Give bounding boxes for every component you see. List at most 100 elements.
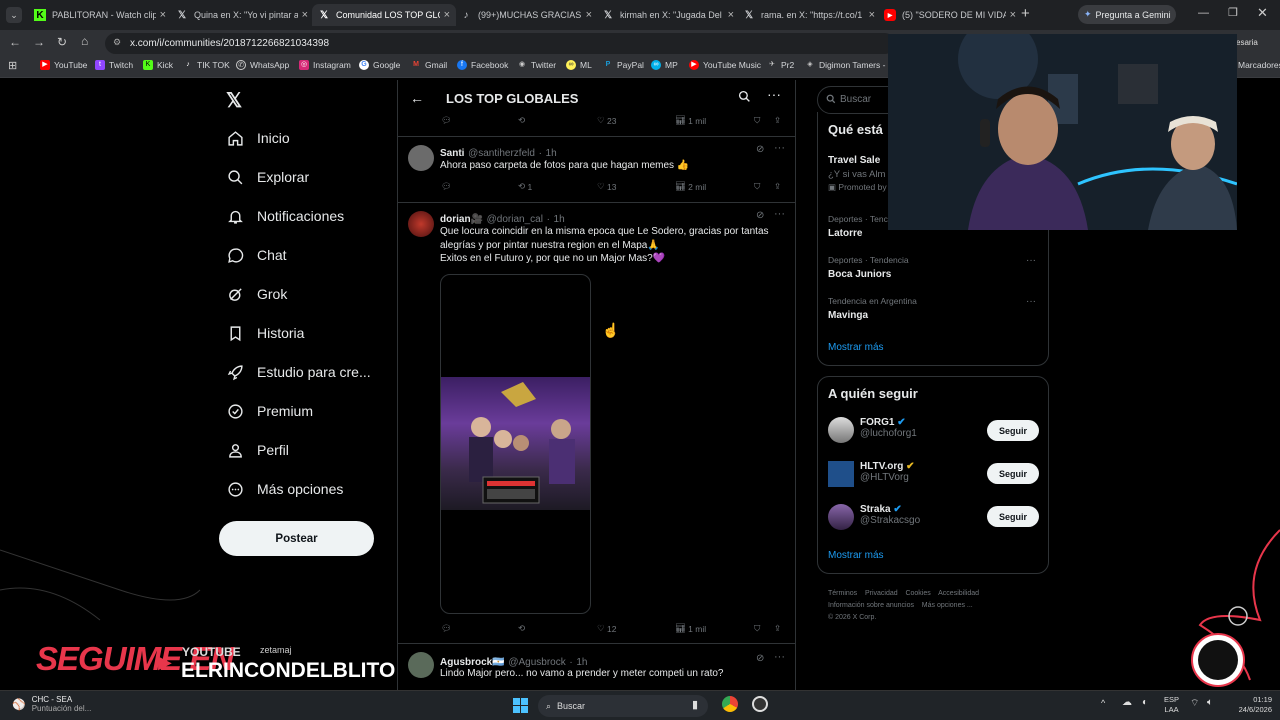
back-arrow-icon[interactable]: ← <box>410 90 424 106</box>
task-view-icon[interactable]: ▮ <box>692 698 698 711</box>
post-time[interactable]: 1h <box>554 214 565 225</box>
x-logo-icon[interactable]: 𝕏 <box>226 88 242 113</box>
speaker-icon[interactable]: 🔈︎ <box>1207 697 1213 708</box>
more-icon[interactable]: ··· <box>774 208 785 220</box>
bookmark-instagram[interactable]: ◎ Instagram <box>299 60 351 70</box>
bookmark-icon[interactable]: ⛉ <box>754 623 760 634</box>
sidebar-item-perfil[interactable]: Perfil <box>226 441 289 459</box>
volume-icon[interactable]: ◐ <box>1142 697 1148 708</box>
sidebar-item-explorar[interactable]: Explorar <box>226 168 309 186</box>
like-button[interactable]: ♡ 13 <box>597 181 616 192</box>
avatar[interactable] <box>828 461 854 487</box>
tray-chevron-icon[interactable]: ^ <box>1101 698 1105 708</box>
bookmark-digimon[interactable]: ◈ Digimon Tamers - a <box>805 60 892 70</box>
trend-item[interactable]: Travel Sale ¿Y si vas Alm ▣ Promoted by <box>828 155 887 193</box>
bookmark-youtube-music[interactable]: ▶ YouTube Music <box>689 60 761 70</box>
search-icon[interactable] <box>738 90 751 106</box>
more-icon[interactable]: ··· <box>1026 296 1036 307</box>
sidebar-item-historia[interactable]: Historia <box>226 324 304 342</box>
trend-item[interactable]: Deportes · Tenc Latorre <box>828 214 888 239</box>
close-icon[interactable]: × <box>869 9 875 21</box>
more-icon[interactable]: ··· <box>767 86 781 102</box>
more-icon[interactable]: ··· <box>1026 255 1036 266</box>
avatar[interactable] <box>408 211 434 237</box>
footer-link[interactable]: Información sobre anuncios <box>828 602 914 609</box>
repost-icon[interactable]: ⟲ <box>518 623 525 634</box>
sidebar-item-premium[interactable]: Premium <box>226 402 313 420</box>
like-button[interactable]: ♡ 12 <box>597 623 616 634</box>
avatar[interactable] <box>828 417 854 443</box>
minimize-button[interactable]: — <box>1198 7 1209 19</box>
more-icon[interactable]: ··· <box>774 651 785 663</box>
bookmark-facebook[interactable]: f Facebook <box>457 60 508 70</box>
follow-item[interactable]: Straka ✔ @Strakacsgo <box>828 504 920 530</box>
weather-widget[interactable]: ⚾ CHC - SEA Puntuación del... <box>12 695 91 713</box>
post-time[interactable]: 1h <box>546 148 557 159</box>
tab-list-icon[interactable]: ⌄ <box>6 7 22 23</box>
show-more-link[interactable]: Mostrar más <box>828 550 884 561</box>
views-button[interactable]: 📊︎ 1 mil <box>675 623 706 634</box>
show-more-link[interactable]: Mostrar más <box>828 342 884 353</box>
browser-tab[interactable]: ♪ (99+)MUCHAS GRACIAS S × <box>454 4 598 26</box>
sidebar-item-grok[interactable]: Grok <box>226 285 287 303</box>
avatar[interactable] <box>408 145 434 171</box>
clock[interactable]: 01:19 24/6/2026 <box>1228 695 1272 715</box>
bookmark-mp[interactable]: ∞ MP <box>651 60 678 70</box>
home-icon[interactable]: ⌂ <box>81 34 88 48</box>
footer-link[interactable]: Términos <box>828 590 857 597</box>
bookmark-icon[interactable]: ⛉ <box>754 181 760 192</box>
bookmark-tiktok[interactable]: ♪ TIK TOK <box>183 60 230 70</box>
close-icon[interactable]: × <box>1010 9 1016 21</box>
bookmarks-folder[interactable]: Marcadores <box>1238 60 1280 70</box>
bookmark-icon[interactable]: ⛉ <box>754 115 760 126</box>
back-arrow-icon[interactable]: ← <box>9 35 21 49</box>
footer-link[interactable]: Más opciones ... <box>922 602 973 609</box>
chrome-icon[interactable] <box>722 696 738 712</box>
bookmark-kick[interactable]: K Kick <box>143 60 173 70</box>
new-tab-button[interactable]: + <box>1021 5 1030 22</box>
url-input[interactable]: ⚙ x.com/i/communities/201871226682103439… <box>105 33 895 54</box>
close-icon[interactable]: × <box>302 9 308 21</box>
close-icon[interactable]: × <box>444 9 450 21</box>
trend-item[interactable]: Deportes · Tendencia Boca Juniors <box>828 255 909 280</box>
bookmark-ml[interactable]: ∞ ML <box>566 60 592 70</box>
post-handle[interactable]: @dorian_cal <box>487 214 543 225</box>
close-icon[interactable]: × <box>160 9 166 21</box>
bookmark-youtube[interactable]: ▶ YouTube <box>40 60 87 70</box>
bookmark-gmail[interactable]: M Gmail <box>411 60 447 70</box>
reload-icon[interactable]: ↻ <box>57 35 67 49</box>
follow-button[interactable]: Seguir <box>987 506 1039 527</box>
language-indicator[interactable]: ESP LAA <box>1164 695 1179 715</box>
follow-button[interactable]: Seguir <box>987 463 1039 484</box>
grok-icon[interactable]: ⊘ <box>756 653 764 664</box>
maximize-button[interactable]: ❐ <box>1228 6 1238 19</box>
grok-icon[interactable]: ⊘ <box>756 210 764 221</box>
sidebar-item-mas-opciones[interactable]: Más opciones <box>226 480 343 498</box>
taskbar-search[interactable]: ⌕ Buscar <box>538 695 708 717</box>
browser-tab[interactable]: 𝕏kirmah en X: "Jugada Del N × <box>596 4 740 26</box>
repost-icon[interactable]: ⟲ <box>518 115 525 126</box>
footer-link[interactable]: Privacidad <box>865 590 898 597</box>
views-button[interactable]: 📊︎ 1 mil <box>675 115 706 126</box>
avatar[interactable] <box>408 652 434 678</box>
share-icon[interactable]: ⇪ <box>774 181 781 192</box>
reply-icon[interactable]: 💬︎ <box>441 623 452 634</box>
apps-grid-icon[interactable]: ⊞ <box>8 59 17 72</box>
post-handle[interactable]: @santiherzfeld <box>468 148 535 159</box>
browser-tab[interactable]: K PABLITORAN - Watch clips × <box>28 4 172 26</box>
views-button[interactable]: 📊︎ 2 mil <box>675 181 706 192</box>
forward-arrow-icon[interactable]: → <box>33 35 45 49</box>
gemini-button[interactable]: ✦ Pregunta a Gemini <box>1078 5 1176 24</box>
browser-tab[interactable]: 𝕏rama. en X: "https://t.co/1 × <box>737 4 881 26</box>
obs-icon[interactable] <box>752 696 768 712</box>
footer-link[interactable]: Cookies <box>905 590 930 597</box>
bookmark-paypal[interactable]: P PayPal <box>603 60 644 70</box>
browser-tab-active[interactable]: 𝕏Comunidad LOS TOP GLOBA× <box>312 4 456 26</box>
network-icon[interactable]: ☁ <box>1122 697 1132 708</box>
post-video[interactable] <box>440 274 591 614</box>
site-info-icon[interactable]: ⚙ <box>113 37 121 48</box>
grok-icon[interactable]: ⊘ <box>756 144 764 155</box>
share-icon[interactable]: ⇪ <box>774 623 781 634</box>
post-author[interactable]: Santi <box>440 148 464 159</box>
browser-tab[interactable]: 𝕏 Quina en X: "Yo vi pintar a × <box>170 4 314 26</box>
